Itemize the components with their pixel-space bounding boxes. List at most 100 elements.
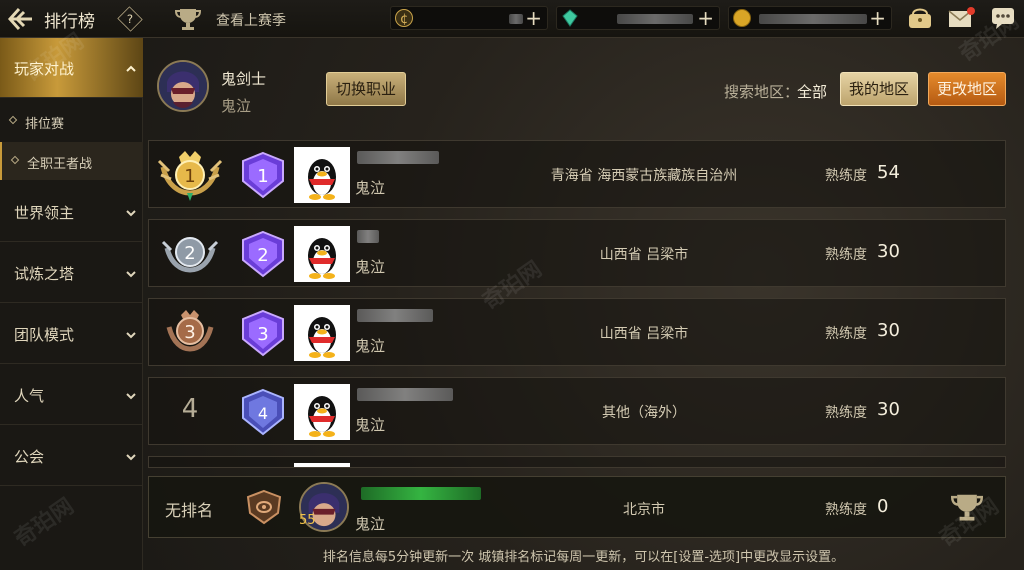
player-location: 山西省 吕梁市: [599, 247, 689, 263]
silver-medal-icon: 2: [157, 226, 223, 282]
rank-badge-number: 4: [258, 404, 268, 423]
currency-plus-button[interactable]: +: [525, 7, 542, 29]
class-name: 鬼剑士: [221, 70, 267, 88]
sidebar-sub-item-ranked[interactable]: 排位赛: [0, 102, 143, 140]
sidebar-sub-item-label: 全职王者战: [27, 157, 93, 172]
my-proficiency-label: 熟练度: [825, 502, 867, 518]
mail-icon[interactable]: [947, 5, 975, 31]
currency-plus-button[interactable]: +: [697, 7, 714, 29]
proficiency-value: 30: [877, 320, 900, 341]
player-class: 鬼泣: [355, 179, 386, 197]
chat-icon[interactable]: [990, 5, 1018, 31]
last-season-link[interactable]: 查看上赛季: [216, 10, 286, 30]
gem-icon: [561, 9, 579, 27]
svg-text:¢: ¢: [400, 12, 408, 26]
trophy-icon[interactable]: [949, 491, 985, 523]
sidebar-sub-item-label: 排位赛: [25, 117, 65, 132]
sidebar-item-trial-tower[interactable]: 试炼之塔: [0, 243, 143, 303]
rank-badge-number: 2: [257, 245, 268, 266]
ranking-panel: 鬼剑士 鬼泣 切换职业 搜索地区： 全部 我的地区 更改地区 1 1 鬼泣 青海…: [143, 38, 1024, 570]
currency-bar-c: ¢ +: [390, 6, 548, 30]
qq-penguin-avatar: [294, 147, 350, 203]
player-location: 其他（海外）: [602, 405, 686, 421]
player-class: 鬼泣: [355, 258, 386, 276]
chevron-down-icon: [125, 204, 137, 217]
my-location: 北京市: [623, 502, 665, 518]
my-class: 鬼泣: [355, 515, 386, 533]
sidebar-item-label: 试炼之塔: [14, 265, 75, 283]
svg-text:1: 1: [184, 166, 195, 187]
currency-bar-gem: +: [556, 6, 720, 30]
page-title: 排行榜: [44, 12, 95, 32]
help-icon[interactable]: ?: [117, 6, 143, 32]
rank-badge-number: 3: [257, 324, 268, 345]
character-avatar: [157, 60, 209, 112]
switch-class-button[interactable]: 切换职业: [326, 72, 406, 106]
proficiency-value: 30: [877, 399, 900, 420]
help-icon-glyph: ?: [126, 11, 134, 27]
sub-class-name: 鬼泣: [221, 97, 252, 115]
svg-text:3: 3: [184, 322, 195, 343]
player-location: 青海省 海西蒙古族藏族自治州: [550, 168, 738, 184]
proficiency-value: 54: [877, 162, 900, 183]
sidebar-item-label: 公会: [14, 448, 45, 466]
currency-bar-gold: +: [728, 6, 892, 30]
player-name-blurred: [357, 151, 439, 164]
trophy-icon[interactable]: [174, 6, 202, 32]
region-label: 搜索地区：: [724, 83, 800, 101]
my-proficiency-value: 0: [877, 496, 889, 517]
proficiency-label: 熟练度: [825, 168, 867, 184]
chevron-down-icon: [125, 265, 137, 278]
qq-penguin-avatar: [294, 463, 350, 467]
chevron-down-icon: [125, 387, 137, 400]
my-level: 55: [299, 513, 316, 528]
diamond-icon: [8, 115, 18, 125]
ranking-row-partial[interactable]: [148, 456, 1006, 468]
my-name-blurred: [361, 487, 481, 500]
ranking-header: 鬼剑士 鬼泣 切换职业 搜索地区： 全部 我的地区 更改地区: [143, 38, 1024, 138]
player-location: 山西省 吕梁市: [599, 326, 689, 342]
my-rank: 无排名: [165, 501, 214, 520]
coin-c-icon: ¢: [395, 9, 413, 27]
sidebar-item-label: 团队模式: [14, 326, 75, 344]
wallet-icon[interactable]: [906, 5, 934, 31]
currency-amount-blurred: [509, 14, 523, 24]
sidebar-item-pvp[interactable]: 玩家对战: [0, 38, 143, 98]
ranking-row[interactable]: 1 1 鬼泣 青海省 海西蒙古族藏族自治州 熟练度 54: [148, 140, 1006, 208]
top-bar: 排行榜 ? 查看上赛季 ¢ + + +: [0, 0, 1024, 38]
sidebar-item-label: 玩家对战: [14, 60, 75, 78]
currency-amount-blurred: [617, 14, 693, 24]
sidebar-item-team-mode[interactable]: 团队模式: [0, 304, 143, 364]
ranking-row[interactable]: 4 4 鬼泣 其他（海外） 熟练度 30: [148, 377, 1006, 445]
player-class: 鬼泣: [355, 416, 386, 434]
gold-medal-icon: 1: [157, 147, 223, 203]
sidebar-item-label: 人气: [14, 387, 45, 405]
rank-badge-icon: 1: [237, 151, 289, 199]
proficiency-value: 30: [877, 241, 900, 262]
sidebar-item-popularity[interactable]: 人气: [0, 365, 143, 425]
player-name-blurred: [357, 230, 379, 243]
ranking-row[interactable]: 3 3 鬼泣 山西省 吕梁市 熟练度 30: [148, 298, 1006, 366]
sidebar-item-world-boss[interactable]: 世界领主: [0, 182, 143, 242]
my-region-button[interactable]: 我的地区: [840, 72, 918, 106]
ranking-row[interactable]: 2 2 鬼泣 山西省 吕梁市 熟练度 30: [148, 219, 1006, 287]
rank-badge-icon: 2: [237, 230, 289, 278]
change-region-button[interactable]: 更改地区: [928, 72, 1006, 106]
sidebar: 玩家对战 排位赛 全职王者战 世界领主 试炼之塔 团队模式 人气 公会: [0, 38, 143, 570]
chevron-down-icon: [125, 326, 137, 339]
bronze-medal-icon: 3: [157, 305, 223, 361]
rank-badge-number: 1: [257, 166, 268, 187]
region-value: 全部: [797, 83, 828, 101]
back-arrow-icon[interactable]: [6, 6, 36, 32]
qq-penguin-avatar: [294, 305, 350, 361]
sidebar-item-guild[interactable]: 公会: [0, 426, 143, 486]
proficiency-label: 熟练度: [825, 326, 867, 342]
sidebar-item-label: 世界领主: [14, 204, 75, 222]
chevron-up-icon: [125, 60, 137, 72]
player-name-blurred: [357, 388, 453, 401]
player-class: 鬼泣: [355, 337, 386, 355]
diamond-icon: [10, 155, 20, 165]
svg-text:2: 2: [184, 243, 195, 264]
currency-plus-button[interactable]: +: [869, 7, 886, 29]
sidebar-sub-item-king-battle[interactable]: 全职王者战: [0, 142, 143, 180]
